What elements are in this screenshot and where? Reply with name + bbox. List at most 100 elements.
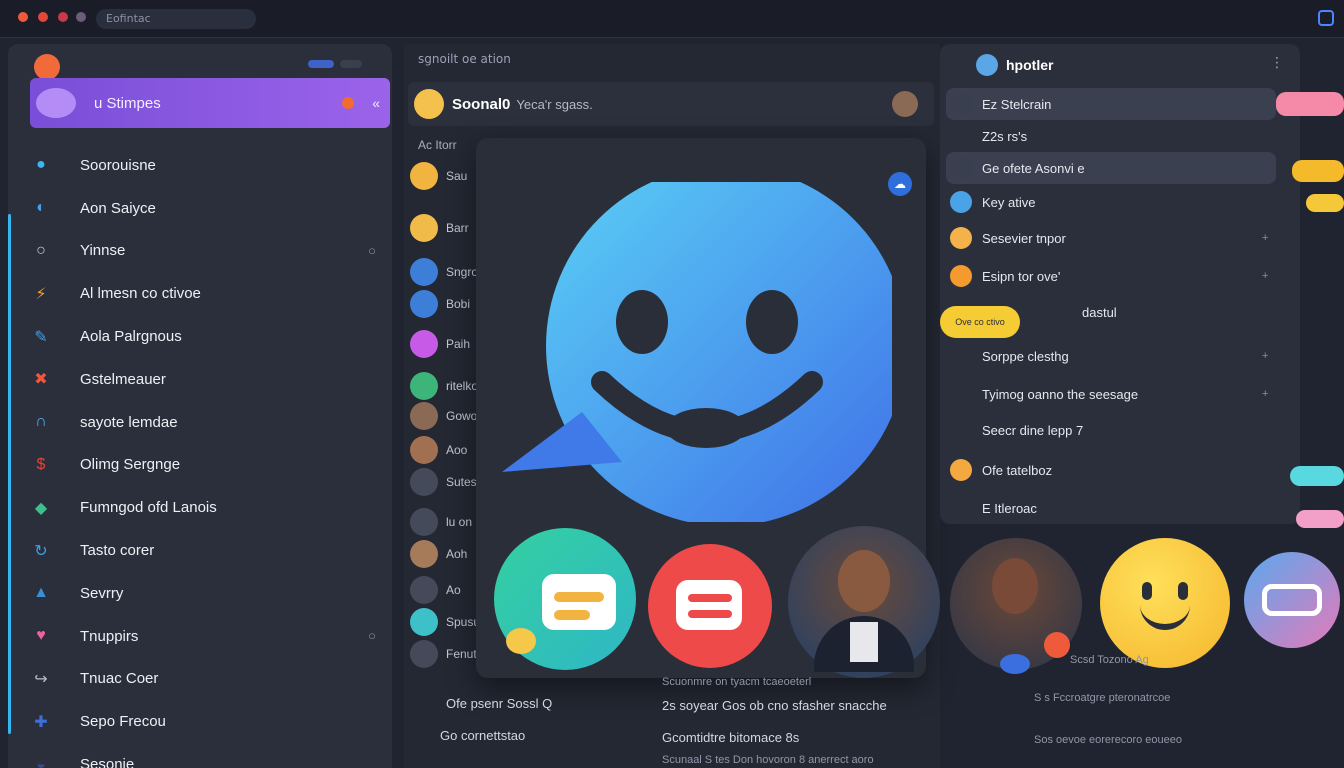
search-icon: ○	[36, 241, 46, 259]
cyan-pill	[1290, 466, 1344, 486]
sidebar-item-meta	[364, 757, 380, 768]
heart-icon: ♥	[36, 627, 46, 645]
yellow-pill	[1292, 160, 1344, 182]
active-badge[interactable]: Ove co ctivo	[940, 306, 1020, 338]
bottom-left-row-1[interactable]: Ofe psenr Sossl Q	[446, 696, 552, 711]
close-dot-icon[interactable]	[18, 12, 28, 22]
friend-photo-avatar[interactable]	[950, 538, 1082, 674]
conversation-list-caption: sgnoilt oe ation	[418, 52, 511, 66]
panel-row[interactable]: Sorppe clesthg +	[946, 340, 1276, 372]
sidebar-item-meta	[364, 157, 380, 173]
panel-row-icon	[950, 191, 972, 213]
sidebar-item[interactable]: ◆ Fumngod ofd Lanois	[28, 486, 388, 529]
contact-icon	[976, 54, 998, 76]
leaf-icon: ◆	[34, 499, 48, 517]
conversation-row[interactable]: ritelkoh	[410, 372, 485, 400]
panel-row-icon	[950, 419, 972, 441]
sidebar-item-label: Gstelmeauer	[80, 370, 166, 388]
sidebar-item[interactable]: ✖ Gstelmeauer	[28, 358, 388, 401]
panel-row-label: E Itleroac	[982, 500, 1037, 516]
section-label: Ac Itorr	[418, 138, 457, 152]
collapse-icon[interactable]: «	[372, 95, 380, 111]
pin-icon: ✎	[34, 328, 48, 346]
conversation-row[interactable]: Barr	[410, 214, 469, 242]
conversation-row[interactable]: Sngro	[410, 258, 478, 286]
bottom-left-row-2[interactable]: Go cornettstao	[440, 728, 525, 743]
conversation-row[interactable]: Paih	[410, 330, 470, 358]
conversation-row[interactable]: lu on	[410, 508, 472, 536]
panel-row-label: Tyimog oanno the seesage	[982, 386, 1139, 402]
panel-row[interactable]: Ez Stelcrain	[946, 88, 1276, 120]
sidebar-item[interactable]: ● Soorouisne	[28, 144, 388, 187]
sidebar-item-meta	[364, 457, 380, 473]
sidebar-item[interactable]: ∩ sayote lemdae	[28, 401, 388, 444]
conversation-row[interactable]: Sau	[410, 162, 467, 190]
right-panel-header: hpotler	[948, 54, 1053, 76]
maximize-dot-icon[interactable]	[58, 12, 68, 22]
chat-bubble-icon: ●	[36, 156, 46, 174]
chat-app-icon[interactable]	[648, 544, 772, 668]
panel-row[interactable]: Ofe tatelboz	[946, 454, 1276, 486]
sidebar-item-label: Tnuac Coer	[80, 670, 159, 688]
bottom-right-row-3: Sos oevoe eorerecoro eoueeo	[1034, 734, 1182, 746]
sidebar-header[interactable]: u Stimpes «	[30, 78, 390, 128]
video-call-icon[interactable]	[1244, 552, 1340, 648]
conversation-row[interactable]: Aoo	[410, 436, 467, 464]
sidebar-item[interactable]: ✎ Aola Palrgnous	[28, 315, 388, 358]
sidebar-item[interactable]: ⚡ Al lmesn co ctivoe	[28, 272, 388, 315]
workspace-icon	[36, 88, 76, 118]
panel-row[interactable]: Key ative	[946, 186, 1276, 218]
sidebar-scrollbar[interactable]	[8, 214, 11, 734]
conversation-avatar	[410, 576, 438, 604]
panel-row-trail: +	[1262, 388, 1269, 400]
sidebar-item[interactable]: ↪ Tnuac Coer	[28, 658, 388, 701]
conversation-row[interactable]: Gowo	[410, 402, 477, 430]
sidebar-item[interactable]: ▲ Sevrry	[28, 572, 388, 615]
conversation-label: lu on	[446, 515, 473, 529]
menu-icon[interactable]: ⋮	[1270, 54, 1284, 71]
dollar-icon: $	[36, 455, 46, 473]
profile-avatar[interactable]	[892, 91, 918, 117]
workspace-title: u Stimpes	[94, 94, 161, 112]
conversation-row[interactable]: Aoh	[410, 540, 467, 568]
conversation-avatar	[410, 330, 438, 358]
conversation-avatar	[410, 468, 438, 496]
minimize-dot-icon[interactable]	[38, 12, 48, 22]
headset-icon: ∩	[35, 413, 47, 431]
panel-row-icon	[950, 157, 972, 179]
app-logo-icon[interactable]	[34, 54, 60, 80]
panel-row[interactable]: Tyimog oanno the seesage +	[946, 378, 1276, 410]
address-bar[interactable]: Eofintac	[96, 9, 256, 29]
sidebar-item[interactable]: ○ Yinnse ○	[28, 230, 388, 273]
emoji-smile-icon[interactable]	[1100, 538, 1230, 668]
panel-row[interactable]: dastul+	[1046, 296, 1344, 328]
sidebar-item[interactable]: ◐ Aon Saiyce	[28, 187, 388, 230]
messages-app-icon[interactable]	[494, 528, 636, 670]
sidebar-item[interactable]: $ Olimg Sergnge	[28, 444, 388, 487]
contact-photo-avatar[interactable]	[788, 526, 940, 678]
panel-row[interactable]: Sesevier tnpor +	[946, 222, 1276, 254]
conversation-avatar	[410, 258, 438, 286]
conversation-label: Barr	[446, 221, 469, 235]
conversation-header[interactable]: Soonal0 Yeca'r sgass.	[408, 82, 934, 126]
panel-row-icon	[950, 93, 972, 115]
panel-row[interactable]: Seecr dine lepp 7	[946, 414, 1276, 446]
panel-row[interactable]: Esipn tor ove' +	[946, 260, 1276, 292]
panel-row-label: Z2s rs's	[982, 128, 1028, 144]
window-icon[interactable]	[1318, 10, 1334, 26]
shell-icon: ◒	[36, 755, 46, 768]
conversation-row[interactable]: Ao	[410, 576, 461, 604]
panel-row-icon	[1050, 301, 1072, 323]
panel-row[interactable]: Ge ofete Asonvi e	[946, 152, 1276, 184]
app-icons-row	[494, 526, 1344, 678]
sidebar-item[interactable]: ♥ Tnuppirs ○	[28, 615, 388, 658]
sidebar-item[interactable]: ◒ Sesonie	[28, 743, 388, 768]
conversation-row[interactable]: Bobi	[410, 290, 470, 318]
sidebar-item-label: Sepo Frecou	[80, 713, 166, 731]
sidebar-item[interactable]: ✚ Sepo Frecou	[28, 700, 388, 743]
sidebar-item-label: Sevrry	[80, 584, 124, 602]
sidebar-item-meta	[364, 200, 380, 216]
panel-row[interactable]: E Itleroac	[946, 492, 1276, 524]
panel-row[interactable]: Z2s rs's	[946, 120, 1276, 152]
sidebar-item[interactable]: ↻ Tasto corer	[28, 529, 388, 572]
